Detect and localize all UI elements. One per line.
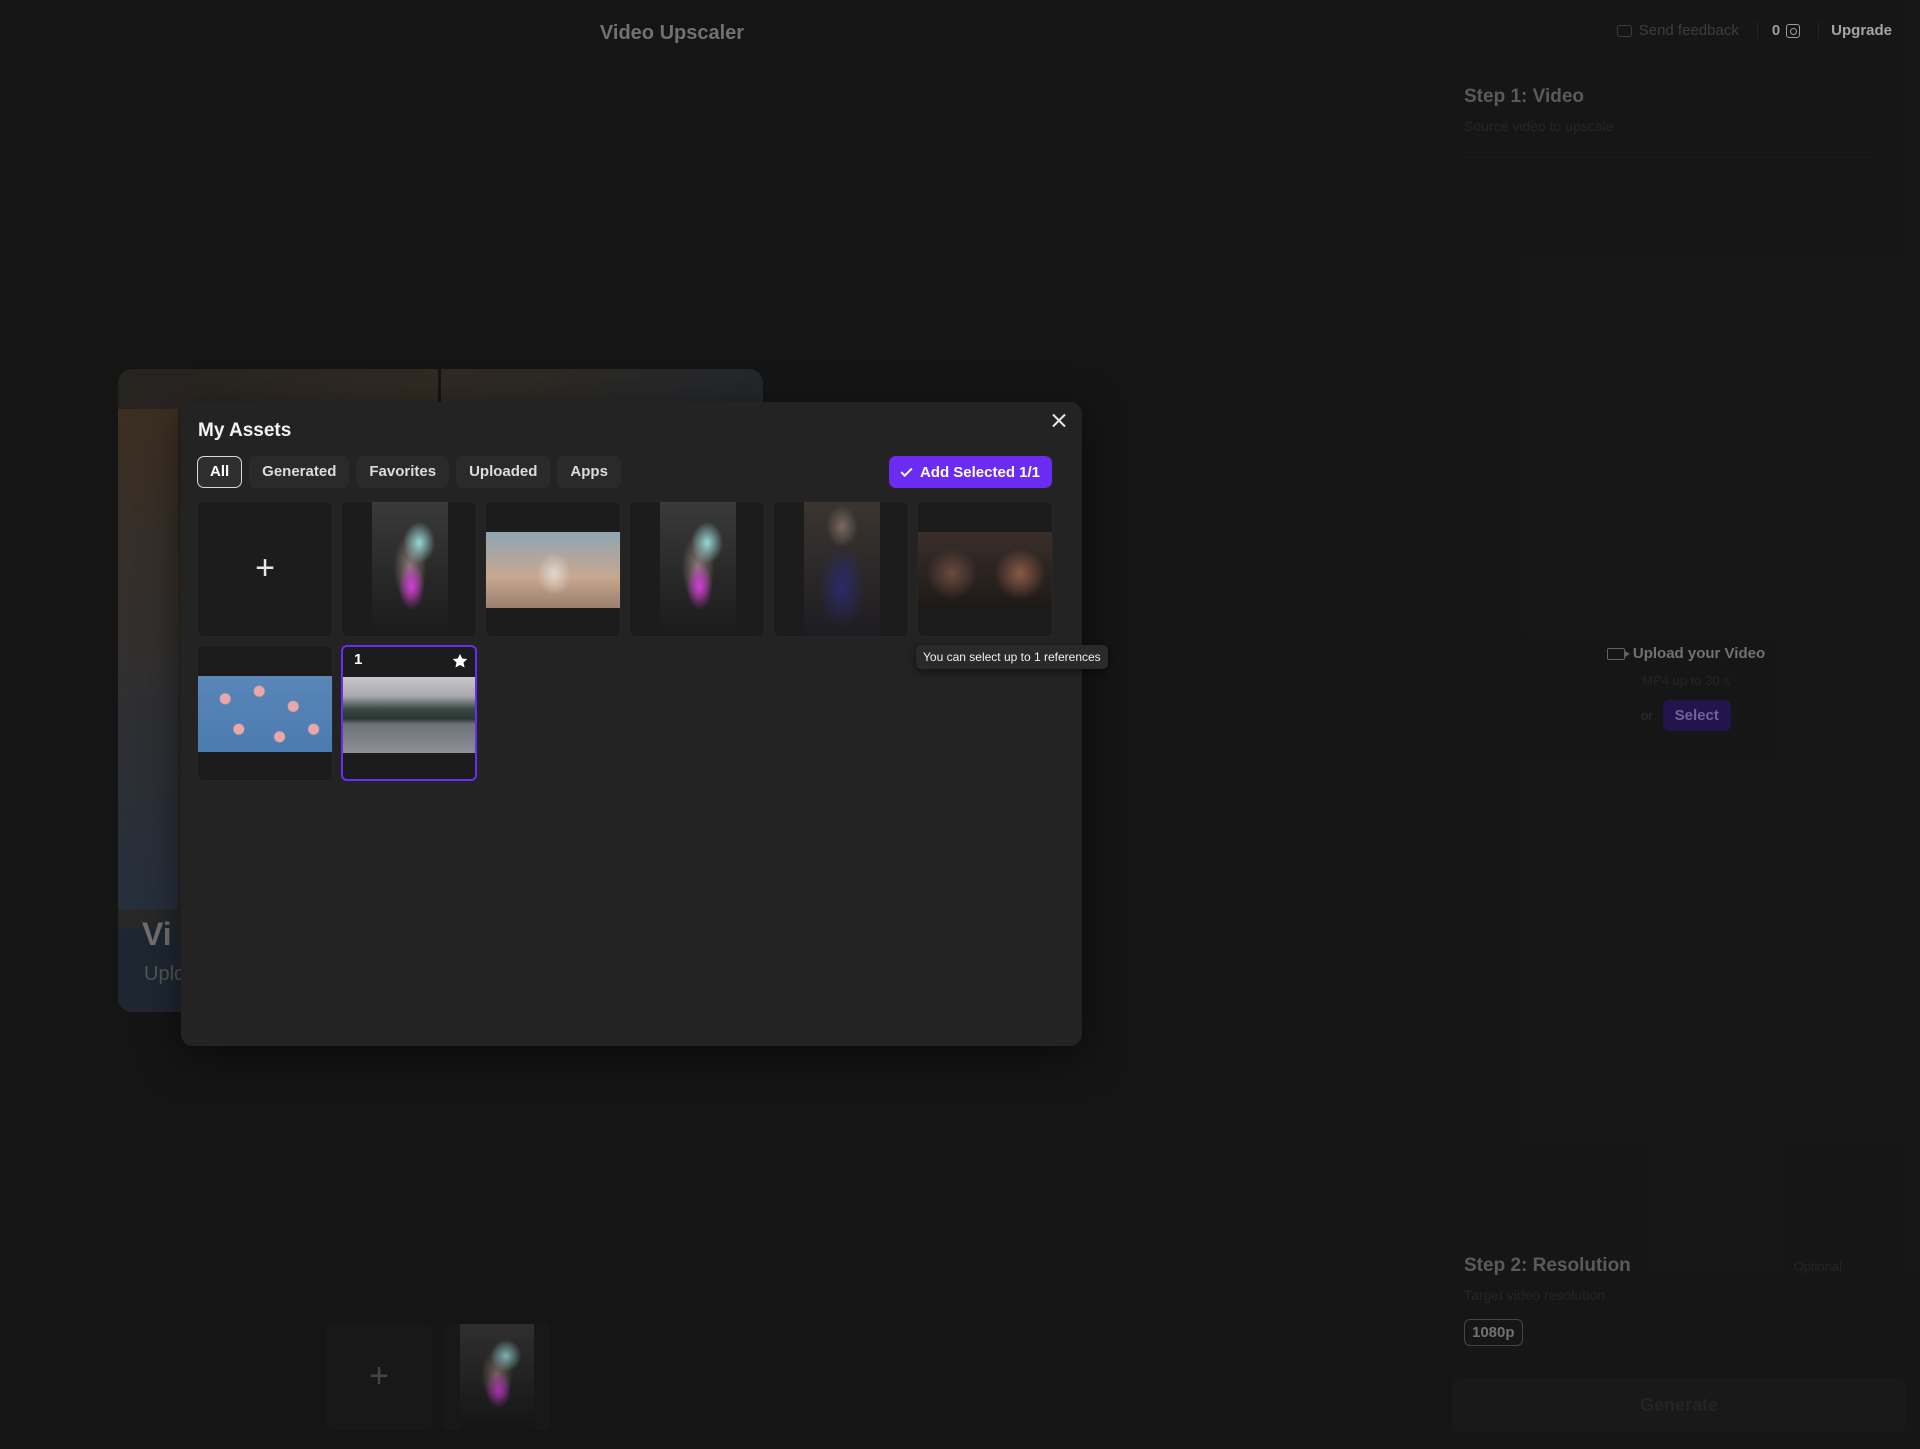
asset-tile[interactable] xyxy=(629,501,765,637)
add-selected-label: Add Selected 1/1 xyxy=(919,463,1040,481)
asset-tile-selected[interactable]: 1 xyxy=(341,645,477,781)
my-assets-modal: My Assets All Generated Favorites Upload… xyxy=(181,402,1108,1046)
selection-number: 1 xyxy=(354,651,363,668)
close-icon[interactable] xyxy=(1048,410,1070,432)
star-icon[interactable] xyxy=(451,652,469,670)
tab-uploaded[interactable]: Uploaded xyxy=(456,456,551,488)
asset-tile[interactable] xyxy=(917,501,1053,637)
asset-tile[interactable] xyxy=(197,645,333,781)
app-root: Video Upscaler Send feedback 0 Upgrade S… xyxy=(0,0,1920,1449)
modal-title: My Assets xyxy=(198,420,292,441)
asset-thumbnail xyxy=(486,532,620,608)
selection-limit-tooltip: You can select up to 1 references xyxy=(916,645,1108,669)
asset-thumbnail xyxy=(804,502,880,636)
check-icon xyxy=(900,464,913,477)
tab-favorites[interactable]: Favorites xyxy=(356,456,450,488)
asset-tile[interactable] xyxy=(773,501,909,637)
upload-asset-tile[interactable]: + xyxy=(197,501,333,637)
asset-tile[interactable] xyxy=(341,501,477,637)
asset-tile[interactable] xyxy=(485,501,621,637)
asset-thumbnail xyxy=(918,532,1052,608)
tab-apps[interactable]: Apps xyxy=(557,456,621,488)
asset-tabs: All Generated Favorites Uploaded Apps xyxy=(197,456,621,488)
asset-thumbnail xyxy=(372,502,448,636)
plus-icon: + xyxy=(255,549,275,587)
asset-thumbnail xyxy=(343,677,475,753)
asset-thumbnail xyxy=(660,502,736,636)
add-selected-button[interactable]: Add Selected 1/1 xyxy=(888,456,1052,488)
tab-all[interactable]: All xyxy=(197,456,243,488)
tab-generated[interactable]: Generated xyxy=(249,456,350,488)
asset-thumbnail xyxy=(198,676,332,752)
